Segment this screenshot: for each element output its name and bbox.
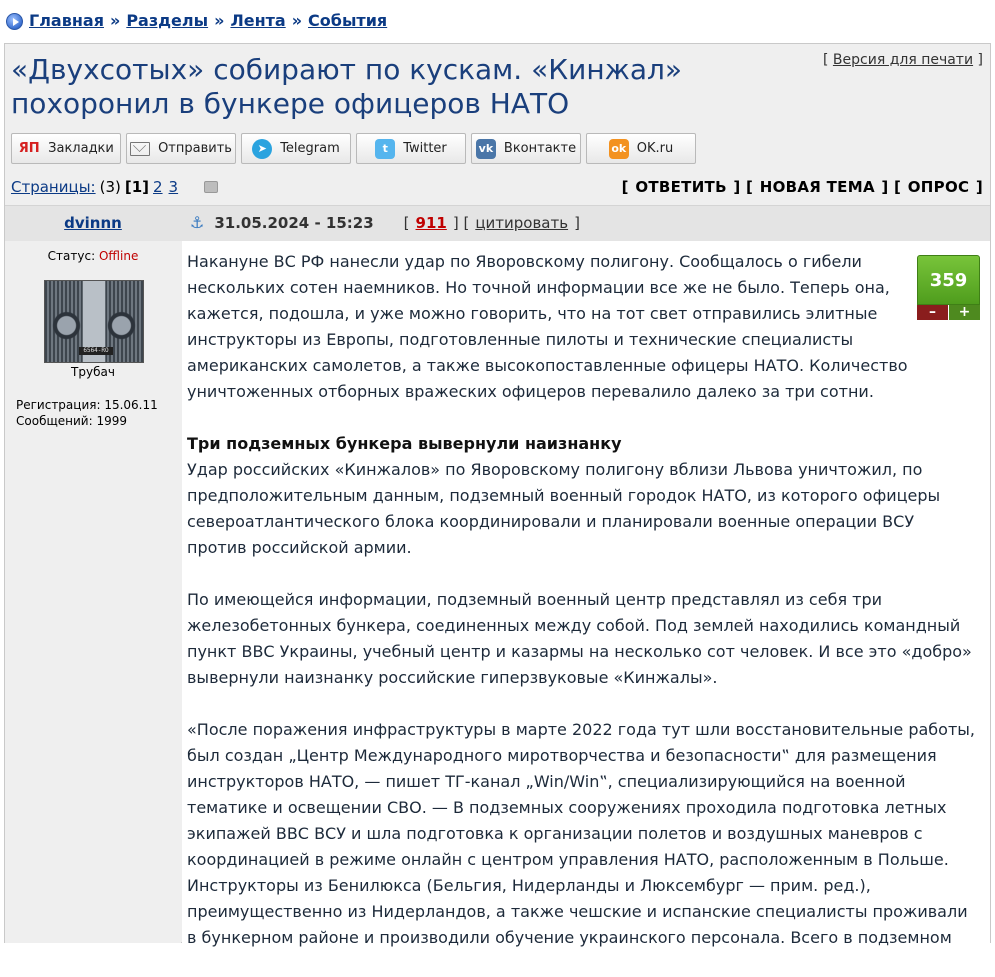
print-version: [ Версия для печати ] xyxy=(823,52,983,68)
post-rating: 359 – + xyxy=(917,255,980,320)
breadcrumb: Главная » Разделы » Лента » События xyxy=(6,10,387,32)
user-stats: Регистрация: 15.06.11 Сообщений: 1999 xyxy=(16,397,158,429)
rating-votes: – + xyxy=(917,305,980,320)
vote-down-button[interactable]: – xyxy=(917,305,949,320)
page-link-2[interactable]: 2 xyxy=(153,178,163,196)
bracket-open: [ xyxy=(823,52,829,68)
share-label: OK.ru xyxy=(636,141,674,156)
share-label: Отправить xyxy=(158,141,232,156)
breadcrumb-feed[interactable]: Лента xyxy=(230,10,285,32)
user-status: Статус: Offline xyxy=(5,249,181,263)
share-label: Вконтакте xyxy=(503,141,577,156)
home-icon[interactable] xyxy=(6,12,23,30)
vote-up-button[interactable]: + xyxy=(949,305,980,320)
topic-actions: [ ОТВЕТИТЬ ] [ НОВАЯ ТЕМА ] [ ОПРОС ] xyxy=(621,178,983,196)
registration-date: Регистрация: 15.06.11 xyxy=(16,398,158,412)
bracket-close: ] xyxy=(977,52,983,68)
section-heading: Три подземных бункера вывернули наизнанк… xyxy=(187,434,622,453)
post-date: 31.05.2024 - 15:23 xyxy=(214,213,374,232)
pages-label[interactable]: Страницы: xyxy=(11,178,96,196)
post-meta: ⚓ 31.05.2024 - 15:23 [ 911 ] [ цитироват… xyxy=(190,213,580,232)
pagination: Страницы: (3) [1] 2 3 xyxy=(11,178,219,196)
share-telegram-button[interactable]: ➤ Telegram xyxy=(241,133,351,164)
twitter-icon: t xyxy=(375,138,396,159)
message-count: Сообщений: 1999 xyxy=(16,414,127,428)
new-topic-button[interactable]: НОВАЯ ТЕМА xyxy=(760,178,875,196)
avatar-plate: 6564-RO xyxy=(79,347,113,355)
print-version-link[interactable]: Версия для печати xyxy=(833,52,973,68)
subscribe-icon[interactable] xyxy=(204,181,219,193)
vk-icon: vk xyxy=(475,138,496,159)
share-twitter-button[interactable]: t Twitter xyxy=(356,133,466,164)
yandex-bookmarks-icon: ЯП xyxy=(18,141,40,156)
breadcrumb-separator: » xyxy=(291,11,303,30)
paragraph-section: Три подземных бункера вывернули наизнанк… xyxy=(187,431,977,561)
breadcrumb-home[interactable]: Главная xyxy=(29,10,104,32)
poll-button[interactable]: ОПРОС xyxy=(908,178,970,196)
share-ok-button[interactable]: ok OK.ru xyxy=(586,133,696,164)
page-link-3[interactable]: 3 xyxy=(169,178,179,196)
current-page: [1] xyxy=(124,178,149,196)
post-author: dvinnn xyxy=(5,205,181,241)
paragraph: «После поражения инфраструктуры в марте … xyxy=(187,720,975,947)
reply-button[interactable]: ОТВЕТИТЬ xyxy=(635,178,727,196)
rating-score: 359 xyxy=(917,255,980,305)
avatar[interactable]: 6564-RO xyxy=(44,280,144,363)
share-label: Закладки xyxy=(48,141,114,156)
breadcrumb-sections[interactable]: Разделы xyxy=(126,10,208,32)
share-bookmarks-button[interactable]: ЯП Закладки xyxy=(11,133,121,164)
share-bar: ЯП Закладки Отправить ➤ Telegram t Twitt… xyxy=(11,133,696,164)
breadcrumb-events[interactable]: События xyxy=(308,10,387,32)
status-label: Статус: xyxy=(47,249,96,263)
pages-count: (3) xyxy=(99,178,121,196)
status-value: Offline xyxy=(98,249,139,263)
ok-icon: ok xyxy=(608,138,629,159)
paragraph: Удар российских «Кинжалов» по Яворовском… xyxy=(187,460,941,557)
paragraph: Накануне ВС РФ нанесли удар по Яворовско… xyxy=(187,252,908,401)
share-label: Telegram xyxy=(280,141,340,156)
mail-icon xyxy=(130,141,151,156)
author-link[interactable]: dvinnn xyxy=(64,214,122,232)
anchor-icon[interactable]: ⚓ xyxy=(190,213,204,232)
topic-title: «Двухсотых» собирают по кускам. «Кинжал»… xyxy=(11,53,683,120)
share-label: Twitter xyxy=(403,141,447,156)
paragraph: По имеющейся информации, подземный военн… xyxy=(187,590,972,687)
post-number-link[interactable]: 911 xyxy=(416,214,447,232)
user-rank: Трубач xyxy=(71,365,115,379)
share-send-button[interactable]: Отправить xyxy=(126,133,236,164)
telegram-icon: ➤ xyxy=(252,138,273,159)
post-text: Накануне ВС РФ нанесли удар по Яворовско… xyxy=(187,249,977,977)
breadcrumb-separator: » xyxy=(109,11,121,30)
breadcrumb-separator: » xyxy=(214,11,225,30)
quote-link[interactable]: цитировать xyxy=(475,214,568,232)
share-vk-button[interactable]: vk Вконтакте xyxy=(471,133,581,164)
